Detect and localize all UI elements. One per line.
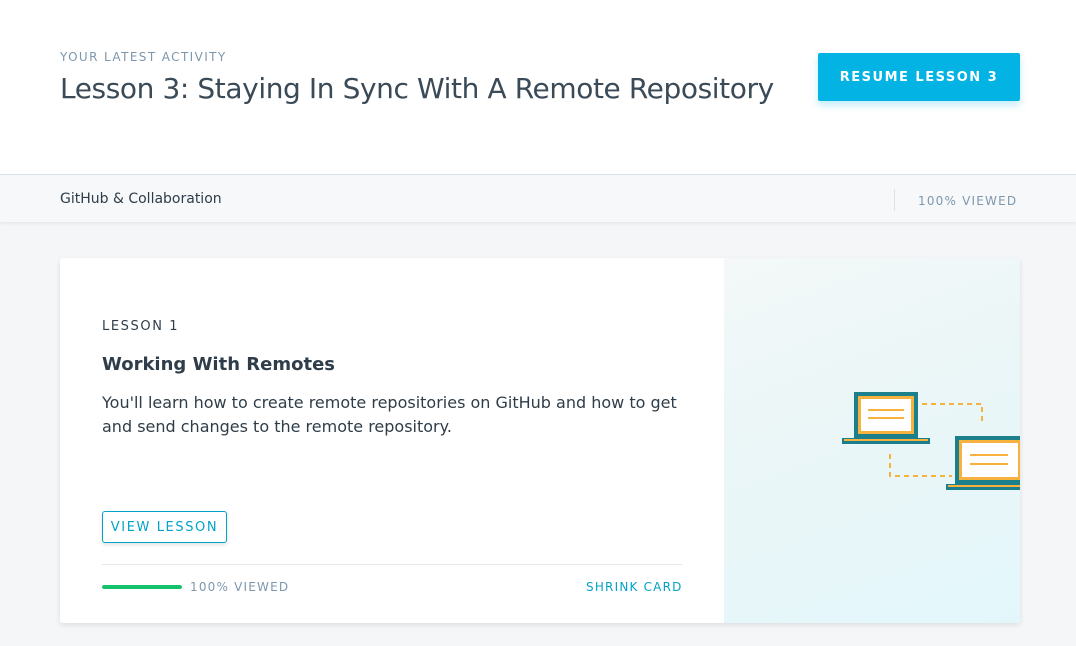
two-laptops-sync-icon: [842, 392, 1020, 490]
card-divider: [102, 564, 682, 565]
lesson-illustration-panel: [724, 258, 1020, 623]
course-progress-label: 100% VIEWED: [918, 194, 1018, 208]
latest-activity-header: YOUR LATEST ACTIVITY Lesson 3: Staying I…: [0, 0, 1076, 174]
lesson-title: Working With Remotes: [102, 354, 335, 375]
view-lesson-button[interactable]: VIEW LESSON: [102, 511, 227, 543]
shrink-card-link[interactable]: SHRINK CARD: [586, 580, 683, 594]
lesson-progress-bar: [102, 585, 182, 589]
lesson-card: LESSON 1 Working With Remotes You'll lea…: [60, 258, 1020, 623]
lesson-progress-label: 100% VIEWED: [190, 580, 290, 594]
page-title: Lesson 3: Staying In Sync With A Remote …: [60, 72, 774, 105]
activity-eyebrow: YOUR LATEST ACTIVITY: [60, 50, 227, 64]
lesson-number: LESSON 1: [102, 319, 180, 334]
course-bar: GitHub & Collaboration 100% VIEWED: [0, 174, 1076, 222]
lesson-description: You'll learn how to create remote reposi…: [102, 393, 677, 436]
lesson-progress-fill: [102, 585, 182, 589]
course-bar-divider: [894, 189, 895, 211]
course-name: GitHub & Collaboration: [60, 191, 222, 207]
resume-lesson-button[interactable]: RESUME LESSON 3: [818, 53, 1020, 101]
